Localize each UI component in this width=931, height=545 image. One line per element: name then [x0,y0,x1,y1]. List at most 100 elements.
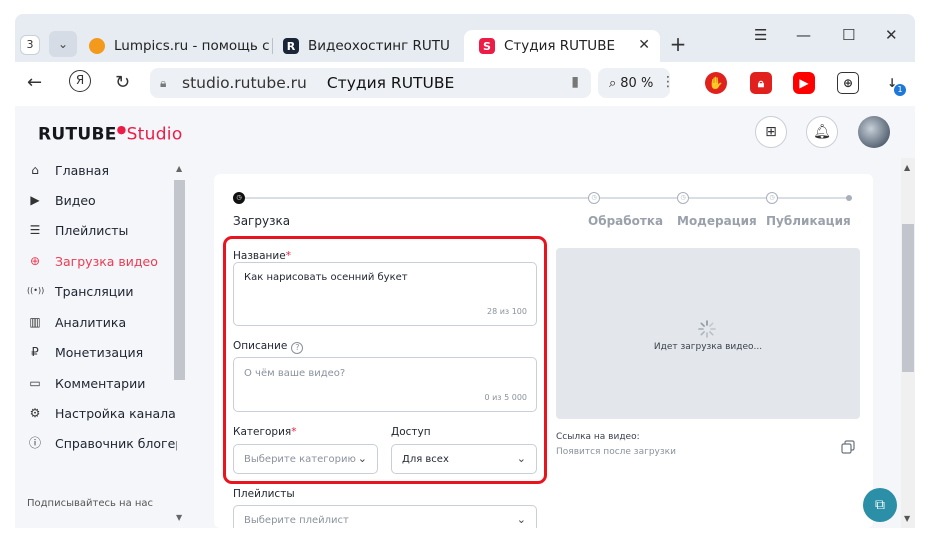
step-processing-dot: ◷ [588,192,600,204]
steps-track [236,197,852,199]
sidebar-item-video[interactable]: ▶ Видео [27,189,177,211]
ruble-icon: ₽ [31,345,39,359]
tab-rutube-studio[interactable]: S Студия RUTUBE ✕ [464,30,660,62]
new-tab-plus-icon[interactable]: + [667,34,689,56]
download-badge: 1 [894,84,906,96]
step-publication-label: Публикация [766,214,851,228]
tab-rutube[interactable]: R Видеохостинг RUTUBE. [283,30,451,62]
reload-icon[interactable]: ↻ [115,72,130,93]
step-moderation-label: Модерация [677,214,757,228]
adblock-extension-icon[interactable]: ✋ [705,72,727,94]
sidebar-item-label: Комментарии [55,375,146,391]
sidebar-item-broadcasts[interactable]: ((•)) Трансляции [27,280,177,302]
playlist-icon: ☰ [29,223,41,237]
tab-lumpics[interactable]: Lumpics.ru - помощь с к [89,30,269,62]
sidebar-item-label: Загрузка видео [55,253,158,269]
video-icon: ▶ [30,193,40,207]
comment-icon: ▭ [29,376,41,390]
logo-studio-text: Studio [126,124,183,145]
home-icon: ⌂ [31,163,39,177]
page-scroll-down-icon[interactable]: ▼ [904,514,910,523]
playlists-select[interactable]: Выберите плейлист ⌄ [233,505,537,528]
extensions-icon[interactable]: ⊕ [837,72,859,94]
browser-address-bar: ← Я ↻ 🔒︎ studio.rutube.ru Студия RUTUBE … [15,62,915,106]
sidebar-item-playlists[interactable]: ☰ Плейлисты [27,219,177,241]
sidebar-item-label: Настройка канала [55,405,176,421]
sidebar-item-home[interactable]: ⌂ Главная [27,159,177,181]
sidebar-item-comments[interactable]: ▭ Комментарии [27,372,177,394]
sidebar: ⌂ Главная ▶ Видео ☰ Плейлисты ⊕ Загрузка… [15,158,187,528]
sidebar-item-label: Аналитика [55,314,127,330]
tab-label: Студия RUTUBE [504,38,615,54]
studio-header: RUTUBE●Studio ⊞ 🔔︎ [15,106,915,158]
close-window-icon[interactable]: ✕ [885,26,898,44]
search-icon: ⌕ [609,75,617,91]
gear-icon: ⚙ [29,406,41,420]
sidebar-item-label: Трансляции [55,283,134,299]
support-chat-button[interactable]: ⧉ [863,488,897,522]
page-scrollbar[interactable] [902,224,914,372]
tab-separator [272,38,273,54]
lock-icon: 🔒︎ [160,75,167,90]
upload-icon: ⊕ [29,254,41,268]
browser-menu-icon[interactable]: ☰ [754,26,767,44]
sidebar-item-label: Справочник блогера [55,435,177,451]
loading-spinner-icon [698,320,716,338]
sidebar-item-label: Видео [55,192,96,208]
page-scroll-up-icon[interactable]: ▲ [904,163,910,172]
bookmark-icon[interactable]: ▮ [571,74,579,90]
sidebar-item-analytics[interactable]: ▥ Аналитика [27,311,177,333]
notifications-bell-icon[interactable]: 🔔︎ [806,116,838,148]
more-vertical-icon[interactable]: ⋮ [661,74,675,90]
url-page-title: Студия RUTUBE [326,74,455,92]
sidebar-item-upload[interactable]: ⊕ Загрузка видео [27,250,177,272]
info-icon: ⓘ [28,436,41,450]
rutube-studio-favicon-icon: S [479,38,495,54]
minimize-icon[interactable]: — [796,26,811,44]
browser-tab-bar: 3 ⌄ Lumpics.ru - помощь с к R Видеохости… [15,14,915,62]
lumpics-favicon-icon [89,38,105,54]
copy-icon[interactable] [841,440,855,454]
sidebar-item-monetization[interactable]: ₽ Монетизация [27,341,177,363]
logo-dot-icon: ● [116,123,127,136]
rutube-studio-logo[interactable]: RUTUBE●Studio [38,123,183,145]
avatar[interactable] [858,116,890,148]
tab-list-chevron-icon[interactable]: ⌄ [49,31,77,57]
scroll-up-arrow-icon[interactable]: ▲ [176,164,182,173]
step-moderation-dot: ◷ [677,192,689,204]
sidebar-scrollbar[interactable] [174,180,185,380]
sidebar-item-blogger-guide[interactable]: ⓘ Справочник блогера [27,432,177,454]
steps-end-dot [846,195,852,201]
preview-loading-text: Идет загрузка видео... [653,342,763,352]
url-field[interactable]: 🔒︎ studio.rutube.ru Студия RUTUBE ▮ [150,68,591,98]
tab-label: Lumpics.ru - помощь с к [114,38,269,54]
back-arrow-icon[interactable]: ← [27,72,42,93]
tab-count-badge[interactable]: 3 [20,35,40,55]
analytics-icon: ▥ [29,315,41,329]
yandex-icon[interactable]: Я [69,70,91,92]
step-publication-dot: ◷ [766,192,778,204]
tab-label: Видеохостинг RUTUBE. [308,38,451,54]
sidebar-item-label: Плейлисты [55,222,129,238]
playlists-label: Плейлисты [233,488,295,500]
step-upload-dot: ◷ [233,192,245,204]
maximize-icon[interactable]: ☐ [842,26,855,44]
close-tab-icon[interactable]: ✕ [638,37,650,53]
video-preview: Идет загрузка видео... [556,248,860,419]
zoom-indicator[interactable]: ⌕ 80 % [598,68,670,98]
sidebar-item-channel-settings[interactable]: ⚙ Настройка канала [27,402,177,424]
video-link-label: Ссылка на видео: [556,432,640,442]
rutube-favicon-icon: R [283,38,299,54]
scroll-down-arrow-icon[interactable]: ▼ [176,513,182,522]
playlists-placeholder: Выберите плейлист [244,515,349,526]
chevron-down-icon: ⌄ [516,513,526,526]
logo-main-text: RUTUBE [38,124,117,145]
step-upload-label: Загрузка [233,214,291,228]
youtube-extension-icon[interactable]: ▶ [793,72,815,94]
url-host: studio.rutube.ru [182,74,307,92]
step-processing-label: Обработка [588,214,664,228]
sidebar-item-label: Главная [55,162,109,178]
add-video-button[interactable]: ⊞ [755,116,787,148]
highlight-frame [223,236,547,484]
protect-extension-icon[interactable]: 🔒︎ [750,72,772,94]
